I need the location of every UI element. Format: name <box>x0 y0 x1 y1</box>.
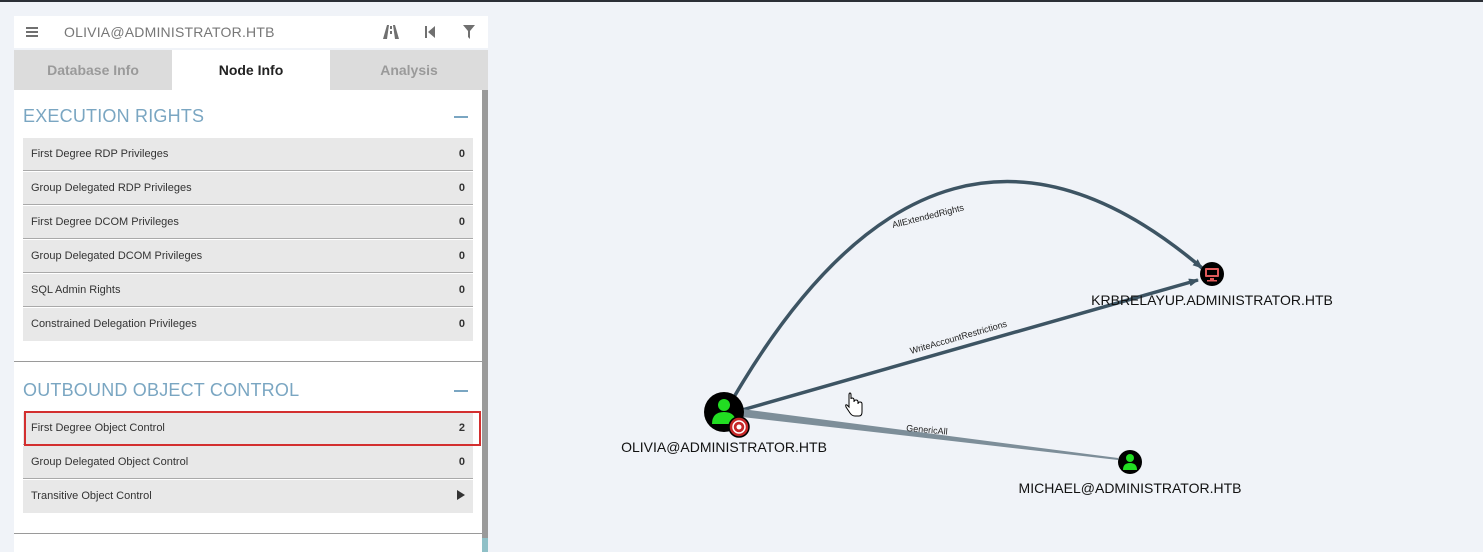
search-bar: OLIVIA@ADMINISTRATOR.HTB <box>14 16 488 48</box>
scrollbar-end <box>482 538 488 552</box>
row-label: Group Delegated DCOM Privileges <box>31 250 203 262</box>
menu-icon[interactable] <box>24 24 40 40</box>
search-input[interactable]: OLIVIA@ADMINISTRATOR.HTB <box>64 24 275 40</box>
node-info-content: EXECUTION RIGHTS First Degree RDP Privil… <box>14 90 482 552</box>
hand-cursor-icon <box>845 392 863 417</box>
row-transitive-object-control[interactable]: Transitive Object Control <box>23 480 473 513</box>
row-label: First Degree RDP Privileges <box>31 148 169 160</box>
tab-database-info[interactable]: Database Info <box>14 50 172 90</box>
tab-bar: Database Info Node Info Analysis <box>14 50 488 90</box>
scrollbar-thumb[interactable] <box>482 90 488 538</box>
pathfinding-icon[interactable] <box>383 24 399 40</box>
collapse-execution-rights-icon[interactable] <box>454 116 468 118</box>
row-count: 0 <box>458 216 465 228</box>
collapse-outbound-control-icon[interactable] <box>454 390 468 392</box>
row-label: First Degree DCOM Privileges <box>31 216 179 228</box>
row-label: Group Delegated RDP Privileges <box>31 182 192 194</box>
row-group-delegated-rdp[interactable]: Group Delegated RDP Privileges 0 <box>23 172 473 205</box>
row-group-delegated-object-control[interactable]: Group Delegated Object Control 0 <box>23 446 473 479</box>
row-first-degree-rdp[interactable]: First Degree RDP Privileges 0 <box>23 138 473 171</box>
row-count: 0 <box>458 318 465 330</box>
tab-analysis[interactable]: Analysis <box>330 50 488 90</box>
filter-icon[interactable] <box>461 24 477 40</box>
row-label: SQL Admin Rights <box>31 284 121 296</box>
section-divider <box>14 361 482 362</box>
node-olivia[interactable] <box>704 392 750 438</box>
row-group-delegated-dcom[interactable]: Group Delegated DCOM Privileges 0 <box>23 240 473 273</box>
row-label: Constrained Delegation Privileges <box>31 318 197 330</box>
edge-allextendedrights[interactable] <box>732 179 1204 398</box>
section-title-execution-rights: EXECUTION RIGHTS <box>23 106 205 126</box>
row-count: 0 <box>458 250 465 262</box>
target-badge-icon <box>728 416 750 438</box>
tab-node-info[interactable]: Node Info <box>172 50 330 90</box>
node-label-michael: MICHAEL@ADMINISTRATOR.HTB <box>1019 480 1242 496</box>
row-count: 0 <box>458 148 465 160</box>
row-sql-admin-rights[interactable]: SQL Admin Rights 0 <box>23 274 473 307</box>
row-constrained-delegation[interactable]: Constrained Delegation Privileges 0 <box>23 308 473 341</box>
back-icon[interactable] <box>422 24 438 40</box>
row-label: Group Delegated Object Control <box>31 456 189 468</box>
node-michael[interactable] <box>1118 450 1142 474</box>
row-label: Transitive Object Control <box>31 490 152 502</box>
row-count: 0 <box>458 182 465 194</box>
node-info-panel: OLIVIA@ADMINISTRATOR.HTB Database Info N… <box>14 16 488 552</box>
row-count: 0 <box>458 284 465 296</box>
section-title-outbound-object-control: OUTBOUND OBJECT CONTROL <box>23 380 300 400</box>
node-krbrelayup[interactable] <box>1200 262 1224 286</box>
node-label-olivia: OLIVIA@ADMINISTRATOR.HTB <box>621 439 827 455</box>
row-count: 0 <box>458 456 465 468</box>
section-divider <box>14 533 482 534</box>
node-label-krbrelayup: KRBRELAYUP.ADMINISTRATOR.HTB <box>1091 292 1333 308</box>
row-first-degree-dcom[interactable]: First Degree DCOM Privileges 0 <box>23 206 473 239</box>
edge-label-allextendedrights: AllExtendedRights <box>891 202 965 230</box>
expand-arrow-icon[interactable] <box>457 490 465 500</box>
highlight-box <box>24 411 481 446</box>
